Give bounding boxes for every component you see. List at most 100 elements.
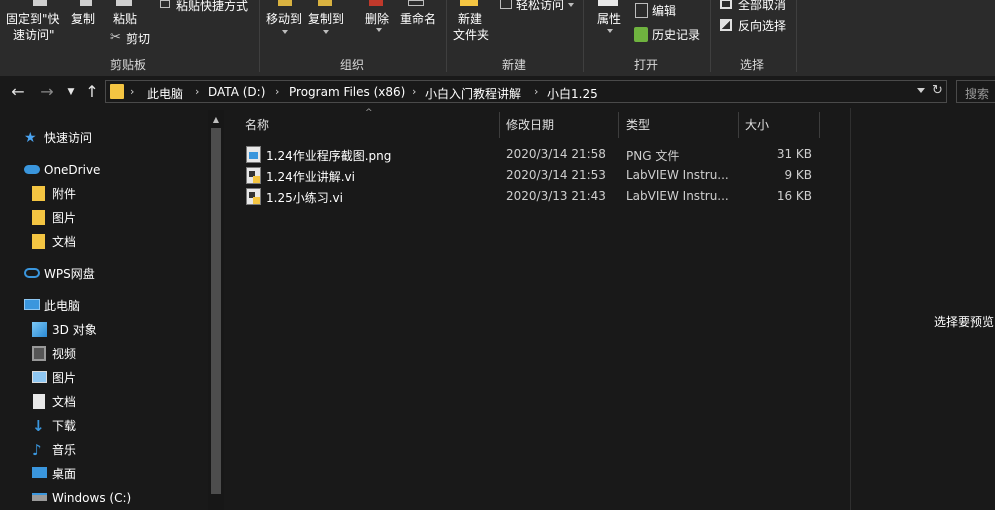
back-arrow-icon[interactable]: ← bbox=[8, 82, 28, 102]
sort-ascending-icon: ^ bbox=[365, 108, 373, 118]
folder-icon bbox=[32, 210, 45, 225]
invert-selection-button[interactable]: 反向选择 bbox=[738, 19, 786, 33]
column-header-type[interactable]: 类型 bbox=[626, 112, 650, 138]
breadcrumb-separator[interactable]: › bbox=[195, 85, 199, 98]
cloud-icon bbox=[24, 165, 40, 174]
recent-locations-chevron-icon[interactable]: ▼ bbox=[64, 82, 78, 102]
ribbon-divider bbox=[259, 0, 260, 72]
open-group-label: 打开 bbox=[634, 58, 659, 72]
address-bar[interactable]: › 此电脑 › DATA (D:) › Program Files (x86) … bbox=[105, 80, 947, 103]
cut-button[interactable]: 剪切 bbox=[126, 32, 150, 46]
ribbon-divider bbox=[710, 0, 711, 72]
computer-icon bbox=[24, 299, 40, 310]
pictures-icon bbox=[32, 371, 47, 383]
breadcrumb-separator[interactable]: › bbox=[130, 85, 134, 98]
column-divider[interactable] bbox=[499, 112, 500, 138]
copy-button[interactable]: 复制 bbox=[71, 12, 95, 26]
nav-pane-scrollbar[interactable]: ▲ bbox=[208, 110, 224, 510]
move-to-icon bbox=[278, 0, 292, 6]
chevron-down-icon bbox=[376, 28, 382, 32]
scrollbar-thumb[interactable] bbox=[211, 128, 221, 494]
copy-to-icon bbox=[318, 0, 332, 6]
new-group-label: 新建 bbox=[502, 58, 527, 72]
move-to-button[interactable]: 移动到 bbox=[266, 12, 302, 26]
column-divider[interactable] bbox=[738, 112, 739, 138]
select-none-button[interactable]: 全部取消 bbox=[738, 0, 786, 12]
copy-icon bbox=[80, 0, 92, 6]
table-row[interactable]: 1.25小练习.vi 2020/3/13 21:43 LabVIEW Instr… bbox=[244, 186, 824, 207]
chevron-down-icon bbox=[607, 29, 613, 33]
breadcrumb-program-files[interactable]: Program Files (x86) bbox=[289, 85, 405, 99]
new-folder-button[interactable]: 新建 文件夹 bbox=[453, 12, 489, 42]
folder-icon bbox=[110, 84, 124, 99]
easy-access-icon bbox=[500, 0, 512, 9]
column-divider[interactable] bbox=[819, 112, 820, 138]
breadcrumb-separator[interactable]: › bbox=[412, 85, 416, 98]
ribbon-divider bbox=[583, 0, 584, 72]
forward-arrow-icon[interactable]: → bbox=[37, 82, 57, 102]
rename-icon bbox=[408, 0, 424, 6]
download-icon: ↓ bbox=[32, 417, 45, 435]
png-file-icon bbox=[246, 146, 261, 163]
desktop-icon bbox=[32, 467, 47, 478]
ribbon-divider bbox=[796, 0, 797, 72]
breadcrumb-tutorial-folder[interactable]: 小白入门教程讲解 bbox=[425, 85, 521, 102]
delete-icon bbox=[369, 0, 383, 6]
pin-icon bbox=[33, 0, 47, 6]
preview-pane bbox=[851, 108, 995, 510]
select-none-icon bbox=[720, 0, 732, 9]
breadcrumb-separator[interactable]: › bbox=[534, 85, 538, 98]
scroll-up-icon[interactable]: ▲ bbox=[208, 112, 224, 128]
column-header-size[interactable]: 大小 bbox=[745, 112, 769, 138]
chevron-down-icon bbox=[323, 30, 329, 34]
scissors-icon: ✂ bbox=[110, 30, 121, 45]
column-header-name[interactable]: 名称 bbox=[245, 112, 269, 138]
refresh-icon[interactable]: ↻ bbox=[932, 83, 943, 98]
music-icon: ♪ bbox=[32, 441, 42, 459]
wps-cloud-icon bbox=[24, 268, 40, 278]
folder-icon bbox=[32, 186, 45, 201]
breadcrumb-data-drive[interactable]: DATA (D:) bbox=[208, 85, 265, 99]
paste-icon bbox=[116, 0, 132, 6]
history-button[interactable]: 历史记录 bbox=[652, 28, 700, 42]
ribbon: 固定到"快 速访问" 复制 粘贴 粘贴快捷方式 ✂ 剪切 剪贴板 移动到 复制到… bbox=[0, 0, 995, 76]
search-input[interactable]: 搜索 bbox=[956, 80, 995, 103]
column-header-date[interactable]: 修改日期 bbox=[506, 112, 554, 138]
table-row[interactable]: 1.24作业程序截图.png 2020/3/14 21:58 PNG 文件 31… bbox=[244, 144, 824, 165]
folder-icon bbox=[32, 234, 45, 249]
paste-shortcut-icon bbox=[160, 0, 170, 8]
video-icon bbox=[32, 346, 46, 361]
easy-access-button[interactable]: 轻松访问 bbox=[516, 0, 564, 12]
column-divider[interactable] bbox=[618, 112, 619, 138]
edit-button[interactable]: 编辑 bbox=[652, 4, 676, 18]
table-row[interactable]: 1.24作业讲解.vi 2020/3/14 21:53 LabVIEW Inst… bbox=[244, 165, 824, 186]
new-folder-icon bbox=[460, 0, 478, 6]
breadcrumb-separator[interactable]: › bbox=[275, 85, 279, 98]
preview-message: 选择要预览 bbox=[934, 315, 995, 329]
labview-file-icon bbox=[246, 167, 261, 184]
invert-selection-icon bbox=[720, 19, 732, 31]
ribbon-divider bbox=[446, 0, 447, 72]
chevron-down-icon bbox=[568, 3, 574, 7]
properties-button[interactable]: 属性 bbox=[597, 12, 621, 26]
properties-icon bbox=[598, 0, 618, 6]
address-history-chevron-icon[interactable] bbox=[917, 88, 925, 93]
copy-to-button[interactable]: 复制到 bbox=[308, 12, 344, 26]
breadcrumb-this-pc[interactable]: 此电脑 bbox=[147, 85, 183, 102]
labview-file-icon bbox=[246, 188, 261, 205]
documents-icon bbox=[33, 394, 45, 409]
history-icon bbox=[634, 27, 648, 42]
clipboard-group-label: 剪贴板 bbox=[110, 58, 147, 72]
pin-quick-access-button[interactable]: 固定到"快 速访问" bbox=[6, 12, 60, 42]
cube-icon bbox=[32, 322, 47, 337]
organize-group-label: 组织 bbox=[340, 58, 365, 72]
paste-button[interactable]: 粘贴 bbox=[113, 12, 137, 26]
delete-button[interactable]: 删除 bbox=[365, 12, 389, 26]
star-icon: ★ bbox=[24, 130, 37, 146]
select-group-label: 选择 bbox=[740, 58, 765, 72]
up-arrow-icon[interactable]: ↑ bbox=[82, 82, 102, 102]
rename-button[interactable]: 重命名 bbox=[400, 12, 436, 26]
drive-icon bbox=[32, 493, 47, 501]
breadcrumb-current-folder[interactable]: 小白1.25 bbox=[547, 85, 598, 102]
paste-shortcut-button[interactable]: 粘贴快捷方式 bbox=[176, 0, 248, 13]
